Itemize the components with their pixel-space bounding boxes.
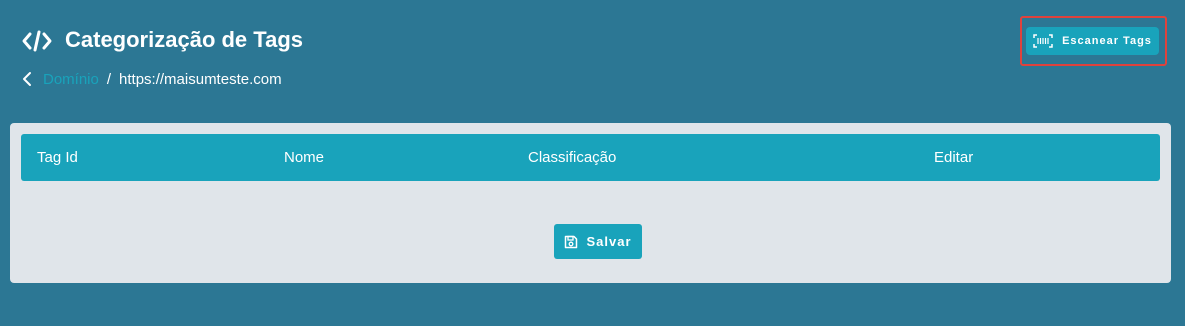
column-header-classificacao: Classificação: [528, 149, 617, 166]
breadcrumb-current: https://maisumteste.com: [119, 70, 282, 88]
column-header-tag-id: Tag Id: [37, 149, 78, 166]
save-button[interactable]: Salvar: [554, 224, 642, 259]
barcode-scan-icon: [1033, 34, 1053, 48]
breadcrumb: Domínio / https://maisumteste.com: [22, 69, 282, 89]
table-header: Tag Id Nome Classificação Editar: [21, 134, 1160, 181]
column-header-nome: Nome: [284, 149, 325, 166]
save-label: Salvar: [586, 234, 632, 249]
floppy-disk-icon: [565, 235, 578, 248]
page-title: Categorização de Tags: [65, 27, 303, 52]
breadcrumb-link-domain[interactable]: Domínio: [43, 71, 99, 88]
scan-tags-label: Escanear Tags: [1062, 35, 1152, 47]
code-icon: [22, 30, 52, 52]
chevron-left-icon[interactable]: [22, 71, 32, 87]
breadcrumb-separator: /: [106, 70, 112, 88]
scan-tags-button[interactable]: Escanear Tags: [1026, 27, 1159, 55]
tags-card: Tag Id Nome Classificação Editar Salvar: [10, 123, 1171, 283]
column-header-editar: Editar: [934, 149, 974, 166]
